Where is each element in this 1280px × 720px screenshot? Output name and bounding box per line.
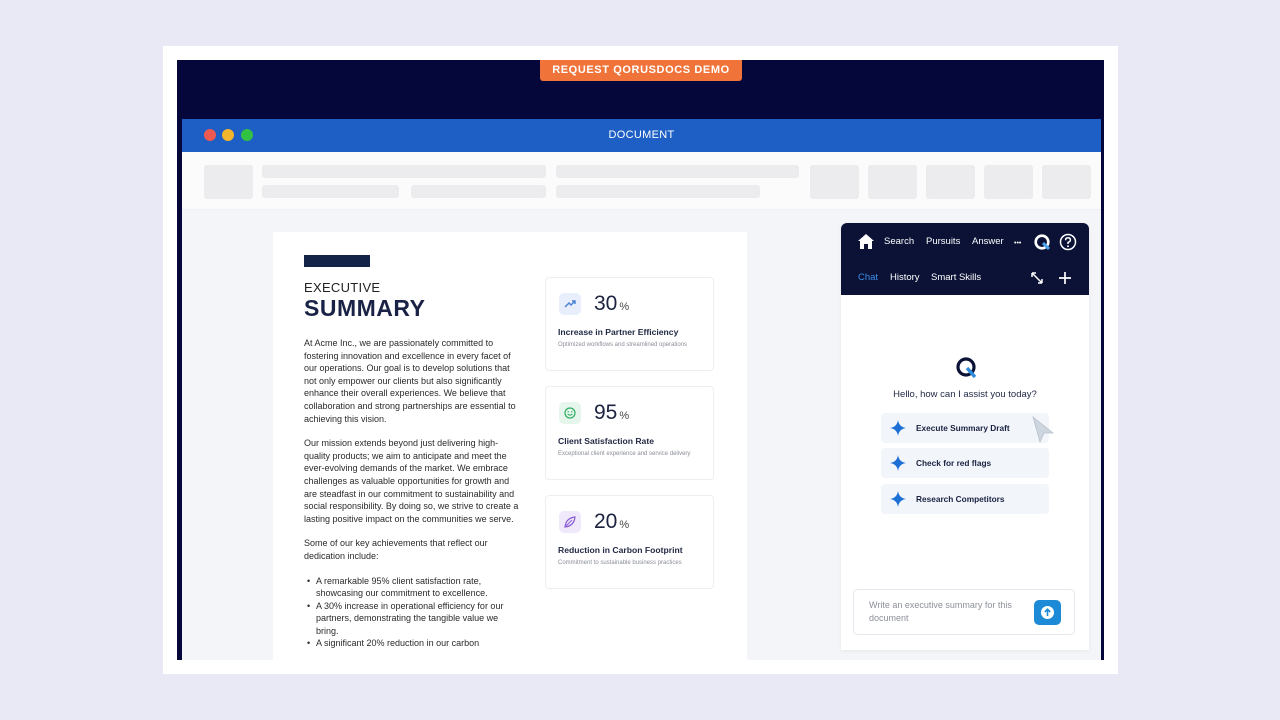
tab-smart-skills[interactable]: Smart Skills [931, 272, 981, 283]
chat-input[interactable]: Write an executive summary for this docu… [869, 599, 1029, 625]
assistant-greeting: Hello, how can I assist you today? [893, 389, 1037, 400]
stat-card-efficiency: 30% Increase in Partner Efficiency Optim… [545, 277, 714, 371]
chat-composer[interactable]: Write an executive summary for this docu… [853, 589, 1075, 635]
list-item: A remarkable 95% client satisfaction rat… [304, 575, 520, 600]
assistant-header: Search Pursuits Answer ••• Chat History … [841, 223, 1089, 295]
new-chat-plus-icon[interactable] [1058, 271, 1072, 288]
assistant-panel: Search Pursuits Answer ••• Chat History … [841, 223, 1089, 650]
nav-answer[interactable]: Answer [972, 236, 1004, 248]
toolbar-placeholder-block [984, 165, 1033, 199]
window-title: DOCUMENT [608, 129, 675, 141]
document-paragraph: Some of our key achievements that reflec… [304, 538, 488, 561]
smile-icon [559, 402, 581, 424]
mouse-cursor-icon [1032, 416, 1054, 444]
document-title: SUMMARY [304, 295, 426, 321]
toolbar-placeholder-block [1042, 165, 1091, 199]
trend-up-icon [559, 293, 581, 315]
suggestion-label: Check for red flags [916, 458, 992, 468]
toolbar-placeholder-bar [262, 165, 546, 178]
nav-search[interactable]: Search [884, 236, 914, 248]
stat-subtitle: Optimized workflows and streamlined oper… [558, 342, 688, 348]
toolbar-placeholder-block [926, 165, 975, 199]
sparkle-icon [890, 420, 906, 436]
stat-label: Client Satisfaction Rate [558, 436, 654, 446]
toolbar-placeholder-block [810, 165, 859, 199]
document-accent-bar [304, 255, 370, 267]
toolbar-placeholder-bar [262, 185, 399, 198]
suggestion-label: Execute Summary Draft [916, 423, 1010, 433]
stat-label: Increase in Partner Efficiency [558, 327, 679, 337]
suggestion-red-flags[interactable]: Check for red flags [881, 448, 1049, 478]
stat-subtitle: Commitment to sustainable business pract… [558, 560, 682, 566]
stat-subtitle: Exceptional client experience and servic… [558, 451, 691, 457]
stat-value: 20% [594, 510, 630, 533]
document-page: EXECUTIVE SUMMARY At Acme Inc., we are p… [273, 232, 747, 660]
toolbar-placeholder-block [868, 165, 917, 199]
suggestion-research-competitors[interactable]: Research Competitors [881, 484, 1049, 514]
suggestion-label: Research Competitors [916, 494, 1005, 504]
achievements-list: A remarkable 95% client satisfaction rat… [304, 575, 520, 651]
sparkle-icon [890, 491, 906, 507]
document-kicker: EXECUTIVE [304, 280, 381, 295]
list-item: A significant 20% reduction in our carbo… [304, 637, 520, 650]
send-icon [1041, 606, 1054, 619]
assistant-logo-icon [955, 356, 979, 380]
nav-pursuits[interactable]: Pursuits [926, 236, 960, 248]
leaf-icon [559, 511, 581, 533]
stat-card-carbon: 20% Reduction in Carbon Footprint Commit… [545, 495, 714, 589]
request-demo-button[interactable]: REQUEST QORUSDOCS DEMO [540, 60, 742, 81]
tab-chat[interactable]: Chat [858, 272, 878, 283]
window-titlebar: DOCUMENT [182, 119, 1101, 152]
help-icon[interactable] [1059, 233, 1077, 254]
stat-value: 30% [594, 292, 630, 315]
expand-icon[interactable] [1030, 271, 1044, 288]
document-paragraph: Our mission extends beyond just deliveri… [304, 438, 519, 524]
promo-stage: REQUEST QORUSDOCS DEMO DOCUMENT EXECUTIV… [177, 60, 1104, 660]
stat-label: Reduction in Carbon Footprint [558, 545, 683, 555]
toolbar-placeholder-bar [556, 165, 799, 178]
qorus-logo-icon[interactable] [1033, 233, 1051, 254]
document-body: At Acme Inc., we are passionately commit… [304, 337, 520, 650]
app-window: DOCUMENT EXECUTIVE SUMMARY At Acme Inc.,… [182, 119, 1101, 660]
tab-history[interactable]: History [890, 272, 920, 283]
toolbar-placeholder-block [204, 165, 253, 199]
sparkle-icon [890, 455, 906, 471]
list-item: A 30% increase in operational efficiency… [304, 600, 520, 638]
toolbar-placeholder-bar [556, 185, 760, 198]
document-paragraph: At Acme Inc., we are passionately commit… [304, 338, 516, 424]
home-icon[interactable] [857, 233, 875, 253]
toolbar-placeholder-bar [411, 185, 546, 198]
send-button[interactable] [1034, 600, 1061, 625]
suggestion-execute-summary[interactable]: Execute Summary Draft [881, 413, 1049, 443]
stat-value: 95% [594, 401, 630, 424]
stat-card-satisfaction: 95% Client Satisfaction Rate Exceptional… [545, 386, 714, 480]
more-menu-icon[interactable]: ••• [1014, 238, 1021, 250]
ribbon-toolbar-placeholder [182, 152, 1101, 210]
